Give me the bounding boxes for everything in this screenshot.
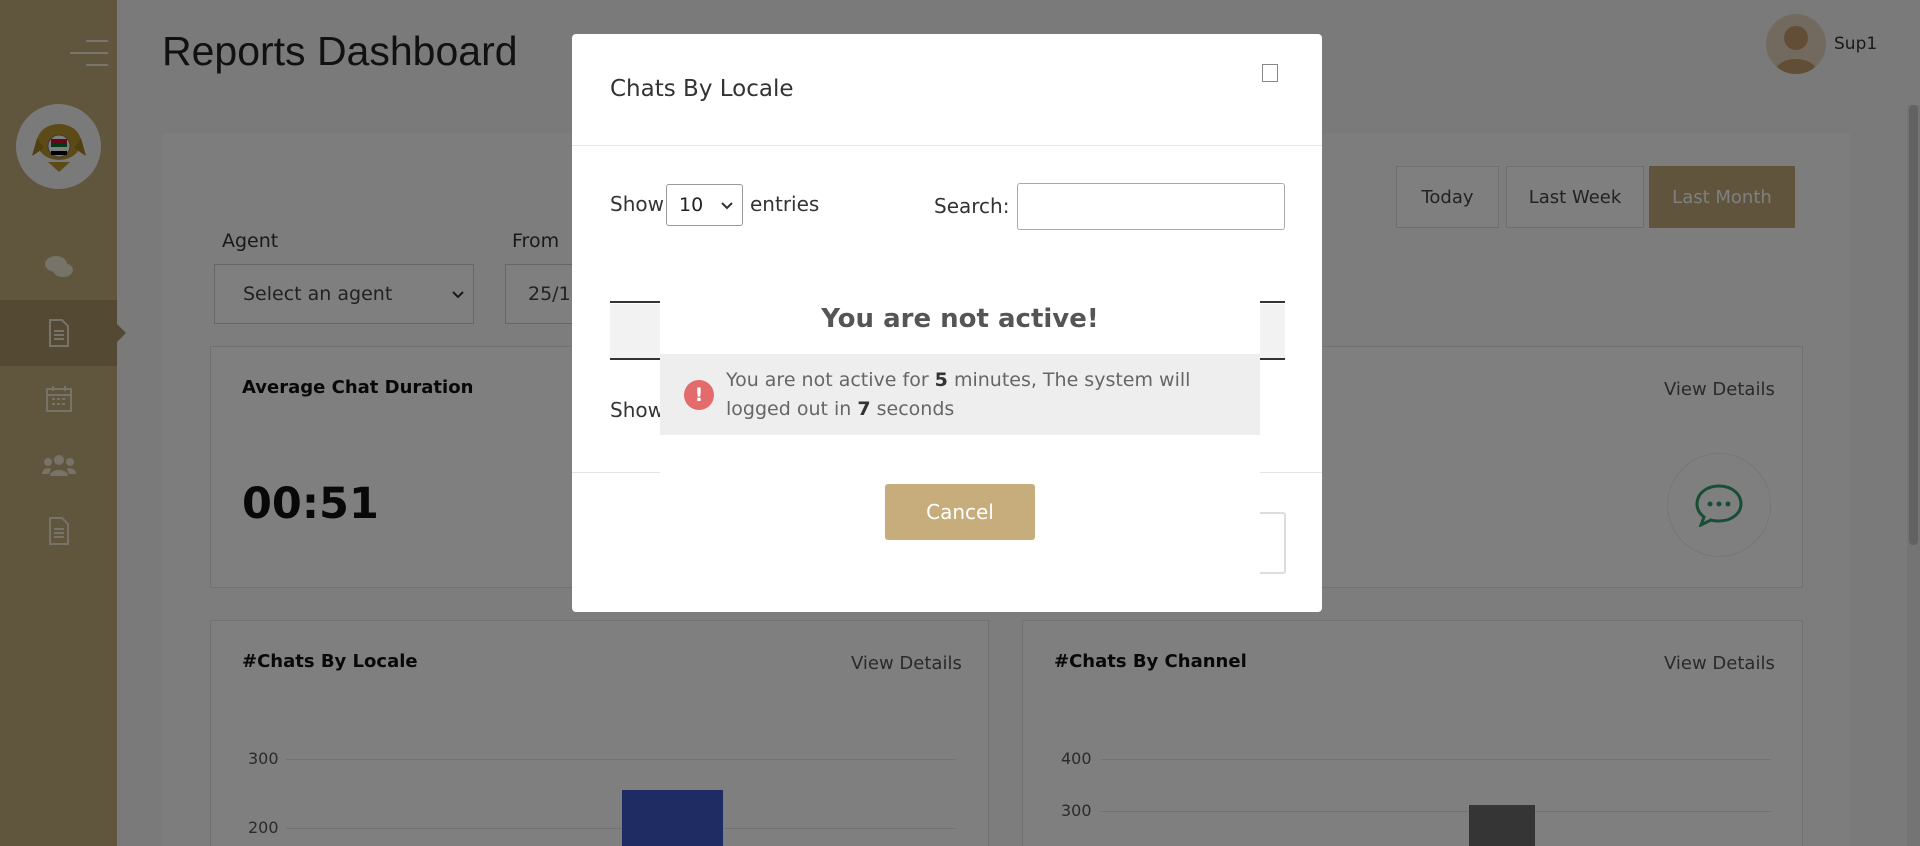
alert-title: You are not active!: [821, 304, 1099, 334]
alert-seconds: 7: [857, 398, 871, 420]
divider: [572, 145, 1322, 146]
show-label: Show: [610, 192, 664, 216]
footer-show-label: Show: [610, 398, 664, 422]
inactivity-alert: You are not active! ! You are not active…: [660, 256, 1260, 590]
chevron-down-icon: [721, 202, 733, 210]
entries-value: 10: [679, 194, 704, 216]
alert-text-suffix: seconds: [870, 398, 955, 420]
close-icon[interactable]: [1262, 64, 1278, 82]
search-label: Search:: [934, 194, 1010, 218]
cancel-button[interactable]: Cancel: [885, 484, 1035, 540]
alert-message: You are not active for 5 minutes, The sy…: [726, 366, 1226, 424]
modal-title: Chats By Locale: [610, 76, 794, 102]
entries-select[interactable]: 10: [666, 184, 743, 226]
entries-label: entries: [750, 192, 820, 216]
exclamation-icon: !: [684, 380, 714, 410]
search-input[interactable]: [1017, 183, 1285, 230]
alert-minutes: 5: [934, 369, 948, 391]
alert-body: ! You are not active for 5 minutes, The …: [660, 354, 1260, 435]
alert-text-prefix: You are not active for: [726, 369, 935, 391]
